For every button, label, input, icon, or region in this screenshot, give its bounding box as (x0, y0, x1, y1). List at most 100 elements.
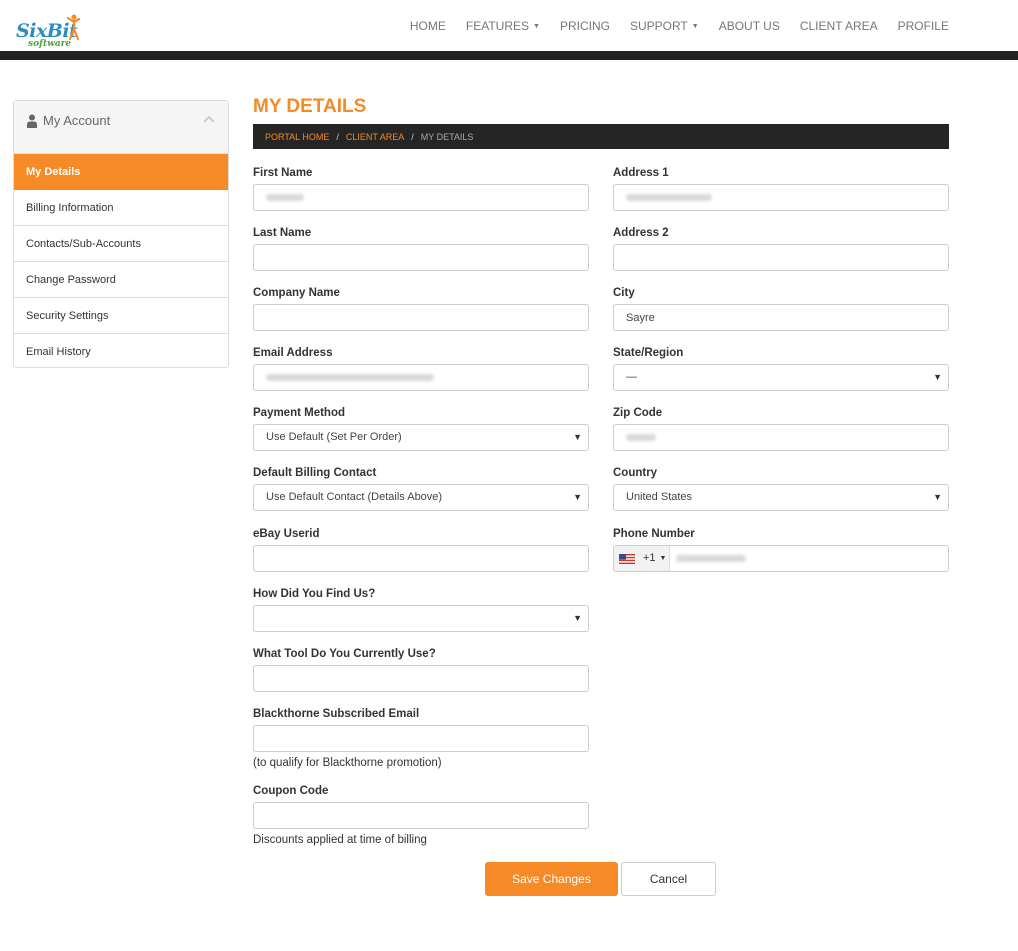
email-group: Email Address (253, 347, 589, 391)
tool-input[interactable] (253, 665, 589, 692)
address1-label: Address 1 (613, 167, 669, 179)
last-name-label: Last Name (253, 227, 312, 239)
cancel-button[interactable]: Cancel (621, 862, 716, 896)
blackthorne-help: (to qualify for Blackthorne promotion) (253, 757, 442, 769)
nav-client-area[interactable]: CLIENT AREA (800, 19, 878, 33)
nav-support[interactable]: SUPPORT ▼ (630, 19, 699, 33)
phone-label: Phone Number (613, 528, 695, 540)
phone-input[interactable]: +1 ▼ (613, 545, 949, 572)
company-name-label: Company Name (253, 287, 340, 299)
main-nav: HOME FEATURES ▼ PRICING SUPPORT ▼ ABOUT US… (390, 19, 949, 33)
header-divider (0, 51, 1018, 60)
chevron-up-icon[interactable] (203, 115, 215, 123)
page-title: MY DETAILS (253, 96, 367, 117)
sidebar-item-email-history[interactable]: Email History (14, 334, 228, 370)
city-label: City (613, 287, 635, 299)
blackthorne-email-input[interactable] (253, 725, 589, 752)
breadcrumb-portal-home[interactable]: PORTAL HOME (265, 132, 329, 142)
caret-down-icon: ▼ (573, 432, 582, 442)
breadcrumb: PORTAL HOME / CLIENT AREA / MY DETAILS (253, 124, 949, 149)
blackthorne-label: Blackthorne Subscribed Email (253, 708, 420, 720)
caret-down-icon: ▼ (933, 492, 942, 502)
billing-contact-label: Default Billing Contact (253, 467, 377, 479)
sidebar-title: My Account (43, 113, 111, 128)
nav-features[interactable]: FEATURES ▼ (466, 19, 540, 33)
address1-input[interactable] (613, 184, 949, 211)
country-code-dropdown[interactable]: +1 ▼ (614, 546, 670, 571)
zip-group: Zip Code (613, 407, 949, 451)
logo-subtitle: software (28, 39, 72, 49)
tool-label: What Tool Do You Currently Use? (253, 648, 436, 660)
sidebar-item-contacts[interactable]: Contacts/Sub-Accounts (14, 226, 228, 262)
find-us-label: How Did You Find Us? (253, 588, 376, 600)
state-label: State/Region (613, 347, 684, 359)
nav-about-us[interactable]: ABOUT US (719, 19, 780, 33)
first-name-group: First Name (253, 167, 589, 211)
user-icon (27, 114, 37, 128)
address2-input[interactable] (613, 244, 949, 271)
logo-figure-icon (66, 14, 80, 40)
billing-contact-group: Default Billing Contact Use Default Cont… (253, 467, 589, 511)
country-label: Country (613, 467, 658, 479)
zip-label: Zip Code (613, 407, 663, 419)
state-select[interactable]: — ▼ (613, 364, 949, 391)
company-name-input[interactable] (253, 304, 589, 331)
breadcrumb-client-area[interactable]: CLIENT AREA (346, 132, 404, 142)
sidebar-item-billing-information[interactable]: Billing Information (14, 190, 228, 226)
site-header: SixBit software HOME FEATURES ▼ PRICING S… (0, 0, 1018, 51)
breadcrumb-current: MY DETAILS (420, 131, 474, 142)
email-label: Email Address (253, 347, 333, 359)
breadcrumb-separator: / (411, 131, 414, 142)
billing-contact-select[interactable]: Use Default Contact (Details Above) ▼ (253, 484, 589, 511)
city-group: City (613, 287, 949, 331)
first-name-input[interactable] (253, 184, 589, 211)
find-us-group: How Did You Find Us? ▼ (253, 588, 589, 632)
ebay-userid-label: eBay Userid (253, 528, 320, 540)
state-group: State/Region — ▼ (613, 347, 949, 391)
zip-input[interactable] (613, 424, 949, 451)
sidebar-item-my-details[interactable]: My Details (14, 154, 228, 190)
payment-method-label: Payment Method (253, 407, 346, 419)
address2-group: Address 2 (613, 227, 949, 271)
account-sidebar: My Account My Details Billing Informatio… (13, 100, 229, 368)
coupon-label: Coupon Code (253, 785, 329, 797)
nav-profile[interactable]: PROFILE (898, 19, 949, 33)
us-flag-icon (619, 553, 635, 564)
sidebar-header[interactable]: My Account (14, 101, 228, 154)
country-group: Country United States ▼ (613, 467, 949, 511)
caret-down-icon: ▼ (659, 555, 667, 562)
coupon-input[interactable] (253, 802, 589, 829)
phone-group: Phone Number +1 ▼ (613, 528, 949, 572)
first-name-label: First Name (253, 167, 313, 179)
ebay-userid-group: eBay Userid (253, 528, 589, 572)
caret-down-icon: ▼ (933, 372, 942, 382)
breadcrumb-separator: / (336, 131, 339, 142)
sidebar-item-change-password[interactable]: Change Password (14, 262, 228, 298)
caret-down-icon: ▼ (573, 492, 582, 502)
last-name-group: Last Name (253, 227, 589, 271)
coupon-group: Coupon Code Discounts applied at time of… (253, 785, 589, 846)
payment-method-select[interactable]: Use Default (Set Per Order) ▼ (253, 424, 589, 451)
sixbit-logo[interactable]: SixBit software (16, 12, 82, 50)
coupon-help: Discounts applied at time of billing (253, 834, 427, 846)
find-us-select[interactable]: ▼ (253, 605, 589, 632)
payment-method-group: Payment Method Use Default (Set Per Orde… (253, 407, 589, 451)
city-input[interactable] (613, 304, 949, 331)
caret-down-icon: ▼ (533, 23, 540, 30)
last-name-input[interactable] (253, 244, 589, 271)
save-changes-button[interactable]: Save Changes (485, 862, 618, 896)
company-name-group: Company Name (253, 287, 589, 331)
email-input[interactable] (253, 364, 589, 391)
phone-country-code: +1 (643, 552, 656, 564)
tool-group: What Tool Do You Currently Use? (253, 648, 589, 692)
blackthorne-group: Blackthorne Subscribed Email (to qualify… (253, 708, 589, 769)
address2-label: Address 2 (613, 227, 669, 239)
nav-pricing[interactable]: PRICING (560, 19, 610, 33)
sidebar-item-security-settings[interactable]: Security Settings (14, 298, 228, 334)
ebay-userid-input[interactable] (253, 545, 589, 572)
caret-down-icon: ▼ (691, 23, 699, 30)
caret-down-icon: ▼ (573, 613, 582, 623)
address1-group: Address 1 (613, 167, 949, 211)
country-select[interactable]: United States ▼ (613, 484, 949, 511)
nav-home[interactable]: HOME (410, 19, 446, 33)
